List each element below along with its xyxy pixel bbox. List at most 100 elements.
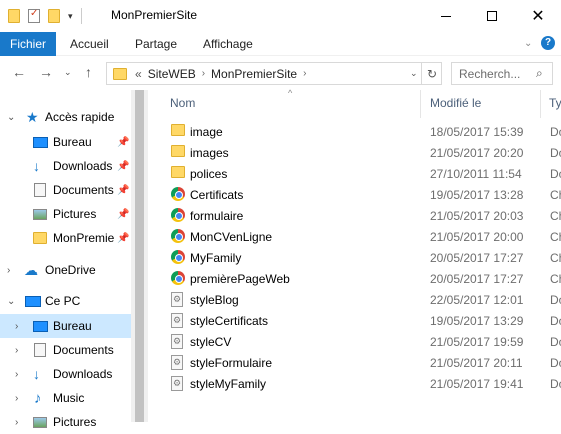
sidebar-scrollbar[interactable]	[131, 90, 148, 422]
css-file-icon	[171, 376, 183, 391]
close-button[interactable]: ✕	[515, 0, 561, 32]
table-row[interactable]: styleFormulaire 21/05/2017 20:11 Do	[168, 352, 561, 373]
table-row[interactable]: premièrePageWeb 20/05/2017 17:27 Ch	[168, 268, 561, 289]
sidebar-item-label: Downloads	[53, 367, 113, 381]
chrome-icon	[171, 208, 185, 222]
expand-ribbon-icon[interactable]: ⌄	[524, 38, 532, 49]
overflow-crumb[interactable]: «	[135, 67, 142, 81]
pin-icon[interactable]: 📌	[117, 161, 129, 172]
file-name: image	[190, 125, 223, 139]
help-icon[interactable]: ?	[541, 36, 555, 50]
sidebar-item-pc-downloads[interactable]: › ↓ Downloads	[0, 362, 131, 386]
chevron-down-icon[interactable]: ⌄	[7, 296, 15, 307]
new-folder-icon[interactable]	[48, 9, 60, 23]
sidebar-item-downloads[interactable]: ↓ Downloads 📌	[0, 154, 131, 178]
table-row[interactable]: styleBlog 22/05/2017 12:01 Do	[168, 289, 561, 310]
column-header-type[interactable]: Ty	[549, 96, 561, 110]
chevron-right-icon[interactable]: ›	[15, 345, 18, 356]
desktop-icon	[33, 320, 48, 332]
sidebar-item-label: Documents	[53, 183, 114, 197]
folder-icon[interactable]	[8, 9, 20, 23]
chevron-right-icon[interactable]: ›	[15, 321, 18, 332]
table-row[interactable]: Certificats 19/05/2017 13:28 Ch	[168, 184, 561, 205]
star-icon: ★	[26, 108, 39, 125]
folder-icon	[171, 166, 185, 178]
pin-icon[interactable]: 📌	[117, 209, 129, 220]
file-modified: 19/05/2017 13:28	[430, 188, 524, 202]
column-header-modified[interactable]: Modifié le	[430, 96, 481, 110]
sidebar-item-onedrive[interactable]: › ☁ OneDrive	[0, 258, 131, 282]
file-modified: 21/05/2017 20:20	[430, 146, 524, 160]
breadcrumb-monpremiersite[interactable]: MonPremierSite	[211, 67, 297, 81]
sidebar-item-pc-documents[interactable]: › Documents	[0, 338, 131, 362]
sidebar-item-pictures[interactable]: Pictures 📌	[0, 202, 131, 226]
sidebar-item-label: Pictures	[53, 207, 97, 221]
refresh-button[interactable]: ↻	[421, 62, 442, 85]
chrome-icon	[171, 229, 185, 243]
sidebar-item-acces-rapide[interactable]: ⌄ ★ Accès rapide	[0, 105, 131, 129]
folder-icon	[113, 67, 127, 80]
tab-fichier[interactable]: Fichier	[0, 32, 56, 56]
scrollbar-thumb[interactable]	[135, 90, 144, 422]
up-button[interactable]: ↑	[85, 64, 92, 80]
breadcrumb-siteweb[interactable]: SiteWEB	[148, 67, 196, 81]
forward-button[interactable]: →	[39, 64, 53, 80]
sidebar-item-monpremiersite[interactable]: MonPremie 📌	[0, 226, 131, 250]
file-type: Do	[550, 356, 561, 370]
ribbon: Fichier Accueil Partage Affichage ⌄ ?	[0, 32, 561, 56]
sidebar-item-ce-pc[interactable]: ⌄ Ce PC	[0, 289, 131, 313]
chevron-right-icon[interactable]: ›	[303, 68, 306, 79]
table-row[interactable]: styleCertificats 19/05/2017 13:29 Do	[168, 310, 561, 331]
close-icon: ✕	[531, 8, 545, 25]
title-bar: ✓ ▾ MonPremierSite ✕	[0, 0, 561, 32]
table-row[interactable]: styleCV 21/05/2017 19:59 Do	[168, 331, 561, 352]
file-type: Do	[550, 167, 561, 181]
tab-accueil[interactable]: Accueil	[70, 37, 109, 51]
table-row[interactable]: MyFamily 20/05/2017 17:27 Ch	[168, 247, 561, 268]
chevron-right-icon[interactable]: ›	[202, 68, 205, 79]
chevron-down-icon[interactable]: ⌄	[7, 112, 15, 123]
sidebar-item-pc-pictures[interactable]: › Pictures	[0, 410, 131, 434]
file-modified: 27/10/2011 11:54	[430, 167, 522, 181]
column-divider[interactable]	[420, 90, 421, 118]
file-modified: 18/05/2017 15:39	[430, 125, 524, 139]
chevron-right-icon[interactable]: ›	[15, 417, 18, 428]
column-header-name[interactable]: Nom	[170, 96, 195, 110]
table-row[interactable]: formulaire 21/05/2017 20:03 Ch	[168, 205, 561, 226]
table-row[interactable]: styleMyFamily 21/05/2017 19:41 Do	[168, 373, 561, 394]
back-button[interactable]: ←	[12, 64, 26, 80]
sidebar-item-label: Music	[53, 391, 85, 405]
search-icon: ⌕	[536, 66, 543, 80]
refresh-icon: ↻	[426, 66, 438, 81]
table-row[interactable]: image 18/05/2017 15:39 Do	[168, 121, 561, 142]
sidebar-item-documents[interactable]: Documents 📌	[0, 178, 131, 202]
pin-icon[interactable]: 📌	[117, 233, 129, 244]
table-row[interactable]: MonCVenLigne 21/05/2017 20:00 Ch	[168, 226, 561, 247]
tab-partage[interactable]: Partage	[135, 37, 177, 51]
tab-affichage[interactable]: Affichage	[203, 37, 253, 51]
search-placeholder: Recherch...	[459, 66, 521, 81]
documents-icon	[34, 183, 46, 197]
download-icon: ↓	[33, 366, 40, 382]
sidebar-item-pc-music[interactable]: › ♪ Music	[0, 386, 131, 410]
customize-toolbar-icon[interactable]: ▾	[68, 11, 73, 22]
table-row[interactable]: polices 27/10/2011 11:54 Do	[168, 163, 561, 184]
column-divider[interactable]	[540, 90, 541, 118]
recent-locations-icon[interactable]: ⌄	[64, 67, 72, 78]
chevron-right-icon[interactable]: ›	[15, 393, 18, 404]
search-input[interactable]: Recherch... ⌕	[451, 62, 553, 85]
address-dropdown-icon[interactable]: ⌄	[410, 68, 418, 79]
maximize-button[interactable]	[469, 0, 515, 32]
minimize-button[interactable]	[423, 0, 469, 32]
sidebar-item-bureau[interactable]: Bureau 📌	[0, 130, 131, 154]
pin-icon[interactable]: 📌	[117, 185, 129, 196]
chevron-right-icon[interactable]: ›	[7, 265, 10, 276]
properties-icon[interactable]: ✓	[28, 8, 40, 23]
address-bar[interactable]: « SiteWEB › MonPremierSite › ⌄	[106, 62, 442, 85]
pin-icon[interactable]: 📌	[117, 137, 129, 148]
table-row[interactable]: images 21/05/2017 20:20 Do	[168, 142, 561, 163]
file-type: Ch	[550, 272, 561, 286]
chevron-right-icon[interactable]: ›	[15, 369, 18, 380]
sidebar-item-pc-bureau[interactable]: › Bureau	[0, 314, 131, 338]
file-modified: 20/05/2017 17:27	[430, 251, 524, 265]
